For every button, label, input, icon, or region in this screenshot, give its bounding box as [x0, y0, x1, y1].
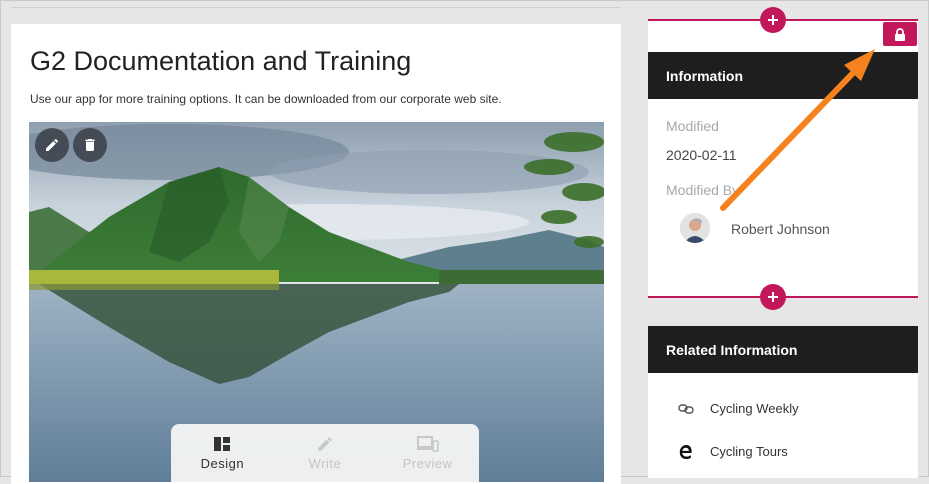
modified-by-name[interactable]: Robert Johnson: [731, 221, 830, 237]
information-panel: Information Modified 2020-02-11 Modified…: [648, 21, 918, 298]
dashboard-icon: [214, 437, 231, 451]
related-panel: Related Information Cycling Weekly Cycli…: [648, 326, 918, 478]
related-item-cycling-weekly[interactable]: Cycling Weekly: [678, 401, 799, 416]
avatar: [680, 213, 710, 243]
pencil-icon: [318, 437, 332, 451]
devices-icon: [416, 436, 439, 452]
related-header: Related Information: [648, 326, 918, 373]
tab-preview[interactable]: Preview: [383, 434, 473, 471]
page-title: G2 Documentation and Training: [30, 46, 412, 76]
edit-button[interactable]: [35, 128, 69, 162]
modified-label: Modified: [666, 118, 719, 134]
link-icon: [678, 403, 694, 414]
edge-icon: [679, 444, 692, 459]
modified-by-label: Modified By: [666, 182, 740, 198]
top-divider: [11, 7, 621, 8]
tab-write-label: Write: [308, 456, 342, 471]
tab-design[interactable]: Design: [177, 434, 267, 471]
add-section-button[interactable]: [760, 7, 786, 33]
mode-switcher: Design Write Preview: [171, 424, 479, 482]
trash-icon: [85, 139, 95, 151]
related-item-label: Cycling Weekly: [710, 401, 799, 416]
plus-icon: [768, 292, 778, 302]
tab-preview-label: Preview: [402, 456, 453, 471]
plus-icon: [768, 15, 778, 25]
right-sidebar: Information Modified 2020-02-11 Modified…: [648, 1, 918, 478]
page-description: Use our app for more training options. I…: [30, 92, 502, 106]
main-content-card: G2 Documentation and Training Use our ap…: [11, 24, 621, 484]
tab-design-label: Design: [200, 456, 245, 471]
pencil-icon: [46, 138, 59, 151]
lock-icon: [895, 27, 905, 41]
delete-button[interactable]: [73, 128, 107, 162]
information-header: Information: [648, 52, 918, 99]
user-photo: [680, 213, 710, 243]
tab-write[interactable]: Write: [280, 434, 370, 471]
lock-button[interactable]: [883, 22, 917, 46]
modified-value: 2020-02-11: [666, 147, 737, 163]
related-item-label: Cycling Tours: [710, 444, 788, 459]
hero-image: Design Write Preview: [29, 122, 604, 482]
related-item-cycling-tours[interactable]: Cycling Tours: [678, 444, 788, 459]
add-section-button[interactable]: [760, 284, 786, 310]
